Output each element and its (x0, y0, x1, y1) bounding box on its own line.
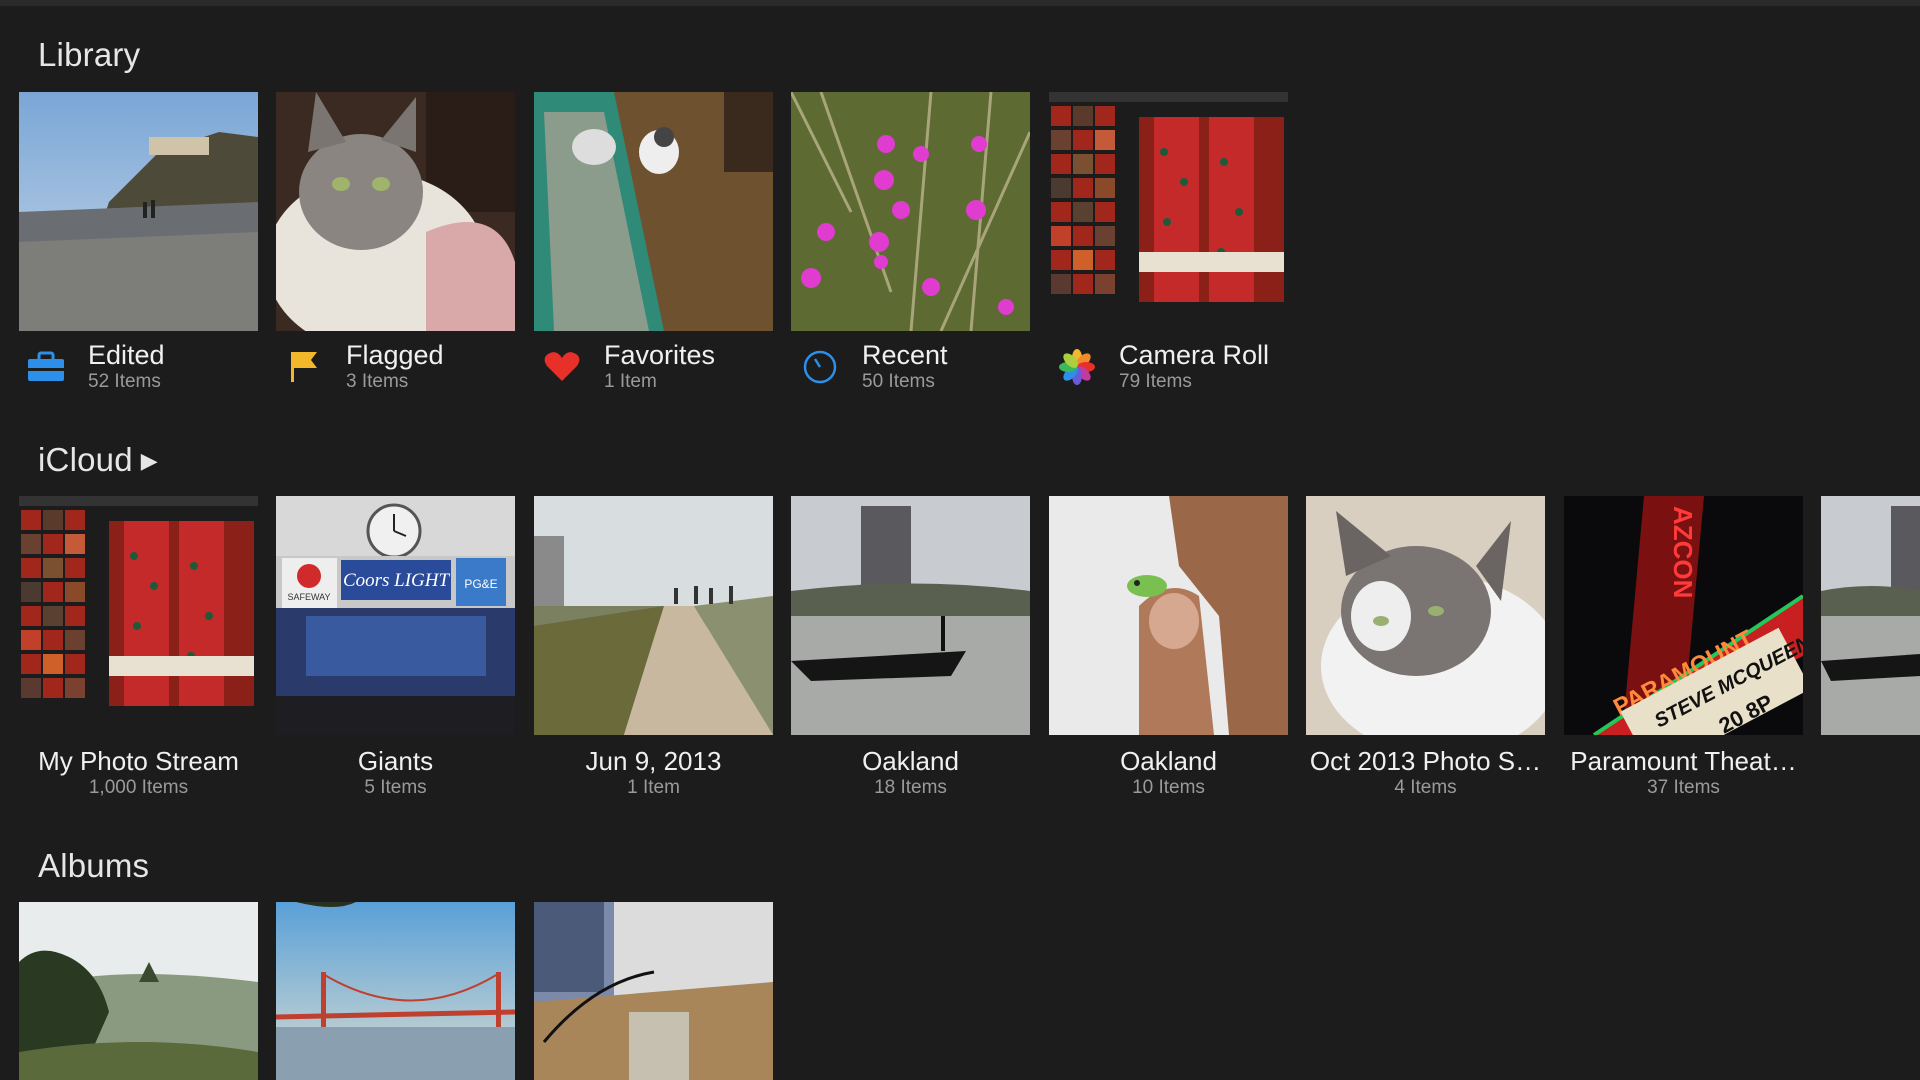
icloud-item-count: 10 Items (1132, 777, 1205, 798)
icloud-item-title: My Photo Stream (38, 746, 239, 776)
heart-icon (542, 346, 582, 386)
icloud-item-jun-9-2013[interactable]: Jun 9, 2013 1 Item (534, 746, 773, 800)
icloud-item-title: Paramount Theat… (1570, 746, 1797, 776)
thumb-giants[interactable]: SAFEWAY Coors LIGHT PG&E (276, 496, 515, 735)
thumb-album-2[interactable] (276, 902, 515, 1080)
thumb-partial-album[interactable] (1821, 496, 1920, 735)
icloud-item-giants[interactable]: Giants 5 Items (276, 746, 515, 800)
icloud-item-count: 4 Items (1394, 777, 1457, 798)
icloud-item-oakland-18[interactable]: Oakland 18 Items (791, 746, 1030, 800)
library-item-title: Favorites (604, 340, 716, 370)
library-item-count: 79 Items (1119, 371, 1192, 392)
library-section-title: Library (38, 36, 141, 73)
icloud-item-paramount-theatre[interactable]: Paramount Theat… 37 Items (1564, 746, 1803, 800)
thumb-flagged[interactable] (276, 92, 515, 331)
flag-icon (284, 346, 324, 386)
thumb-oakland-18[interactable] (791, 496, 1030, 735)
albums-section-title: Albums (38, 847, 150, 884)
icloud-item-title: Jun 9, 2013 (585, 746, 722, 776)
thumb-oakland-10[interactable] (1049, 496, 1288, 735)
thumb-album-1[interactable] (19, 902, 258, 1080)
disclosure-arrow-icon: ▶ (140, 448, 158, 473)
icloud-section-title[interactable]: iCloud ▶ (38, 441, 158, 479)
library-item-count: 3 Items (346, 371, 409, 392)
library-item-title: Edited (88, 340, 165, 370)
clock-icon (800, 346, 840, 386)
thumb-favorites[interactable] (534, 92, 773, 331)
thumb-text-neon-vertical: AZCON (1668, 506, 1698, 598)
icloud-item-title: Oakland (862, 746, 959, 776)
library-item-title: Flagged (346, 340, 444, 370)
thumb-text-coors: Coors LIGHT (343, 570, 451, 591)
icloud-item-title: Giants (357, 746, 434, 776)
icloud-item-title: Oakland (1120, 746, 1217, 776)
icloud-item-oakland-10[interactable]: Oakland 10 Items (1049, 746, 1288, 800)
thumb-text-pge: PG&E (464, 577, 497, 591)
library-item-count: 52 Items (88, 371, 161, 392)
library-item-count: 50 Items (862, 371, 935, 392)
icloud-item-count: 37 Items (1647, 777, 1720, 798)
photos-flower-icon (1057, 346, 1097, 386)
icloud-item-oct-2013-photo-stream[interactable]: Oct 2013 Photo S… 4 Items (1306, 746, 1545, 800)
top-divider (0, 0, 1920, 6)
icloud-item-count: 18 Items (874, 777, 947, 798)
thumb-album-3[interactable] (534, 902, 773, 1080)
thumb-my-photo-stream[interactable] (19, 496, 258, 735)
library-item-title: Camera Roll (1119, 340, 1270, 370)
thumb-oct-2013-photo-stream[interactable] (1306, 496, 1545, 735)
library-item-count: 1 Item (604, 371, 657, 392)
icloud-item-title: Oct 2013 Photo S… (1309, 746, 1542, 776)
thumb-paramount-theatre[interactable]: AZCON PARAMOUNT STEVE MCQUEEN 20 8P (1564, 496, 1803, 735)
thumb-jun-9-2013[interactable] (534, 496, 773, 735)
icloud-title-text: iCloud (38, 441, 133, 478)
thumb-recent[interactable] (791, 92, 1030, 331)
toolbox-icon (26, 346, 66, 386)
icloud-item-count: 5 Items (364, 777, 427, 798)
icloud-item-count: 1,000 Items (88, 777, 189, 798)
icloud-item-count: 1 Item (627, 777, 680, 798)
thumb-edited[interactable] (19, 92, 258, 331)
library-item-title: Recent (862, 340, 948, 370)
thumb-text-safeway: SAFEWAY (287, 592, 330, 602)
icloud-item-my-photo-stream[interactable]: My Photo Stream 1,000 Items (19, 746, 258, 800)
thumb-camera-roll[interactable] (1049, 92, 1288, 331)
